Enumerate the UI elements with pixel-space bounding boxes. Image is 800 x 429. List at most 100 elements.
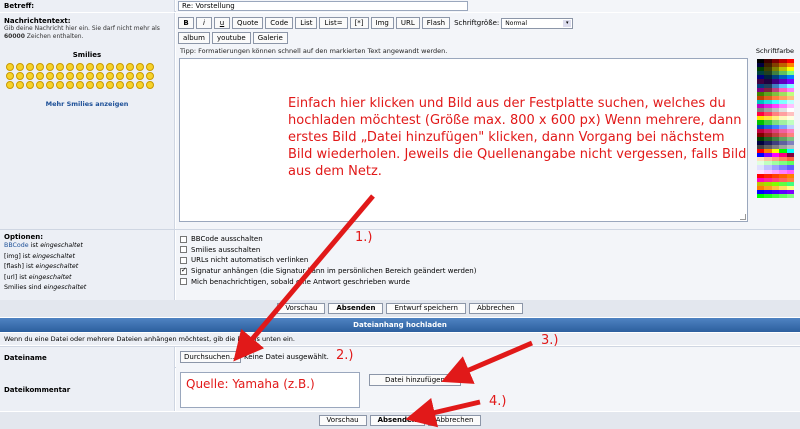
toolbar-button[interactable]: Flash — [421, 17, 451, 29]
option-label: URLs nicht automatisch verlinken — [191, 256, 309, 265]
smiley-icon[interactable] — [56, 81, 64, 89]
smiley-icon[interactable] — [146, 72, 154, 80]
step-3-label: 3.) — [541, 333, 559, 348]
smiley-icon[interactable] — [66, 72, 74, 80]
smiley-icon[interactable] — [46, 63, 54, 71]
smiley-icon[interactable] — [16, 72, 24, 80]
smiley-icon[interactable] — [106, 63, 114, 71]
smiley-icon[interactable] — [96, 81, 104, 89]
toolbar-button[interactable]: Img — [370, 17, 394, 29]
smiley-icon[interactable] — [36, 72, 44, 80]
smiley-icon[interactable] — [106, 72, 114, 80]
add-file-button[interactable]: Datei hinzufügen — [369, 374, 461, 386]
smilies-grid — [6, 63, 170, 89]
toolbar-button[interactable]: Galerie — [252, 32, 288, 44]
more-smilies-link[interactable]: Mehr Smilies anzeigen — [4, 100, 170, 108]
smiley-icon[interactable] — [86, 63, 94, 71]
smiley-icon[interactable] — [126, 72, 134, 80]
subject-input[interactable]: Re: Vorstellung — [178, 1, 468, 11]
submit-button-bottom[interactable]: Absenden — [369, 415, 425, 426]
chevron-down-icon: ▾ — [563, 19, 572, 27]
smiley-icon[interactable] — [6, 81, 14, 89]
submit-button[interactable]: Absenden — [328, 303, 384, 314]
smiley-icon[interactable] — [26, 63, 34, 71]
checkbox[interactable] — [180, 266, 187, 275]
comment-input-cell: Quelle: Yamaha (z.B.) Datei hinzufügen — [176, 369, 800, 411]
smiley-icon[interactable] — [136, 72, 144, 80]
save-draft-button[interactable]: Entwurf speichern — [386, 303, 466, 314]
message-limit: 60000 — [4, 33, 25, 40]
font-size-select[interactable]: Normal ▾ — [501, 17, 574, 29]
smiley-icon[interactable] — [56, 63, 64, 71]
toolbar-button[interactable]: u — [214, 17, 230, 29]
option-checkbox-line[interactable]: Smilies ausschalten — [176, 245, 800, 256]
browse-button[interactable]: Durchsuchen... — [180, 351, 241, 363]
smiley-icon[interactable] — [76, 72, 84, 80]
smiley-icon[interactable] — [46, 81, 54, 89]
checkbox[interactable] — [180, 256, 187, 264]
smiley-icon[interactable] — [116, 81, 124, 89]
cancel-button[interactable]: Abbrechen — [468, 303, 523, 314]
file-status: Keine Datei ausgewählt. — [244, 353, 329, 361]
toolbar-button[interactable]: youtube — [211, 32, 251, 44]
smilies-status: Smilies sind eingeschaltet — [4, 284, 87, 291]
img-status: [img] ist eingeschaltet — [4, 252, 75, 260]
checkbox[interactable] — [180, 235, 187, 243]
smiley-icon[interactable] — [66, 63, 74, 71]
smiley-icon[interactable] — [6, 63, 14, 71]
option-checkbox-line[interactable]: URLs nicht automatisch verlinken — [176, 255, 800, 266]
smiley-icon[interactable] — [66, 81, 74, 89]
option-checkbox-line[interactable]: Signatur anhängen (die Signatur kann im … — [176, 266, 800, 277]
smiley-icon[interactable] — [96, 72, 104, 80]
smiley-icon[interactable] — [26, 72, 34, 80]
toolbar-button[interactable]: List — [295, 17, 318, 29]
smiley-icon[interactable] — [26, 81, 34, 89]
color-swatch[interactable] — [757, 194, 765, 199]
smiley-icon[interactable] — [126, 63, 134, 71]
smiley-icon[interactable] — [146, 63, 154, 71]
smiley-icon[interactable] — [126, 81, 134, 89]
color-swatch[interactable] — [779, 194, 787, 199]
toolbar-button[interactable]: Quote — [232, 17, 264, 29]
smiley-icon[interactable] — [96, 63, 104, 71]
smiley-icon[interactable] — [6, 72, 14, 80]
smiley-icon[interactable] — [146, 81, 154, 89]
smiley-icon[interactable] — [116, 72, 124, 80]
smiley-icon[interactable] — [116, 63, 124, 71]
smiley-icon[interactable] — [56, 72, 64, 80]
preview-button[interactable]: Vorschau — [277, 303, 326, 314]
smiley-icon[interactable] — [16, 63, 24, 71]
smiley-icon[interactable] — [136, 63, 144, 71]
option-checkbox-line[interactable]: BBCode ausschalten — [176, 234, 800, 245]
smiley-icon[interactable] — [136, 81, 144, 89]
toolbar-button[interactable]: List= — [319, 17, 348, 29]
toolbar-button[interactable]: Code — [265, 17, 294, 29]
color-swatch[interactable] — [786, 194, 794, 199]
toolbar-button[interactable]: album — [178, 32, 210, 44]
toolbar-button[interactable]: i — [196, 17, 212, 29]
checkbox[interactable] — [180, 246, 187, 254]
color-swatch[interactable] — [771, 194, 780, 199]
smiley-icon[interactable] — [16, 81, 24, 89]
toolbar-button[interactable]: [*] — [349, 17, 369, 29]
option-checkbox-line[interactable]: Mich benachrichtigen, sobald eine Antwor… — [176, 276, 800, 287]
toolbar-button[interactable]: B — [178, 17, 194, 29]
cancel-button-bottom[interactable]: Abbrechen — [427, 415, 482, 426]
smiley-icon[interactable] — [106, 81, 114, 89]
smiley-icon[interactable] — [46, 72, 54, 80]
checkbox[interactable] — [180, 278, 187, 286]
preview-button-bottom[interactable]: Vorschau — [318, 415, 367, 426]
smiley-icon[interactable] — [76, 81, 84, 89]
toolbar-button[interactable]: URL — [395, 17, 420, 29]
bbcode-link[interactable]: BBCode — [4, 242, 29, 249]
smiley-icon[interactable] — [86, 81, 94, 89]
color-swatch[interactable] — [764, 194, 772, 199]
options-label: Optionen: — [4, 233, 44, 241]
smiley-icon[interactable] — [86, 72, 94, 80]
smiley-icon[interactable] — [76, 63, 84, 71]
smiley-icon[interactable] — [36, 63, 44, 71]
message-label: Nachrichtentext: — [4, 17, 71, 25]
smiley-icon[interactable] — [36, 81, 44, 89]
resize-grip-icon[interactable] — [740, 214, 746, 220]
file-comment-textarea[interactable]: Quelle: Yamaha (z.B.) — [180, 372, 360, 408]
